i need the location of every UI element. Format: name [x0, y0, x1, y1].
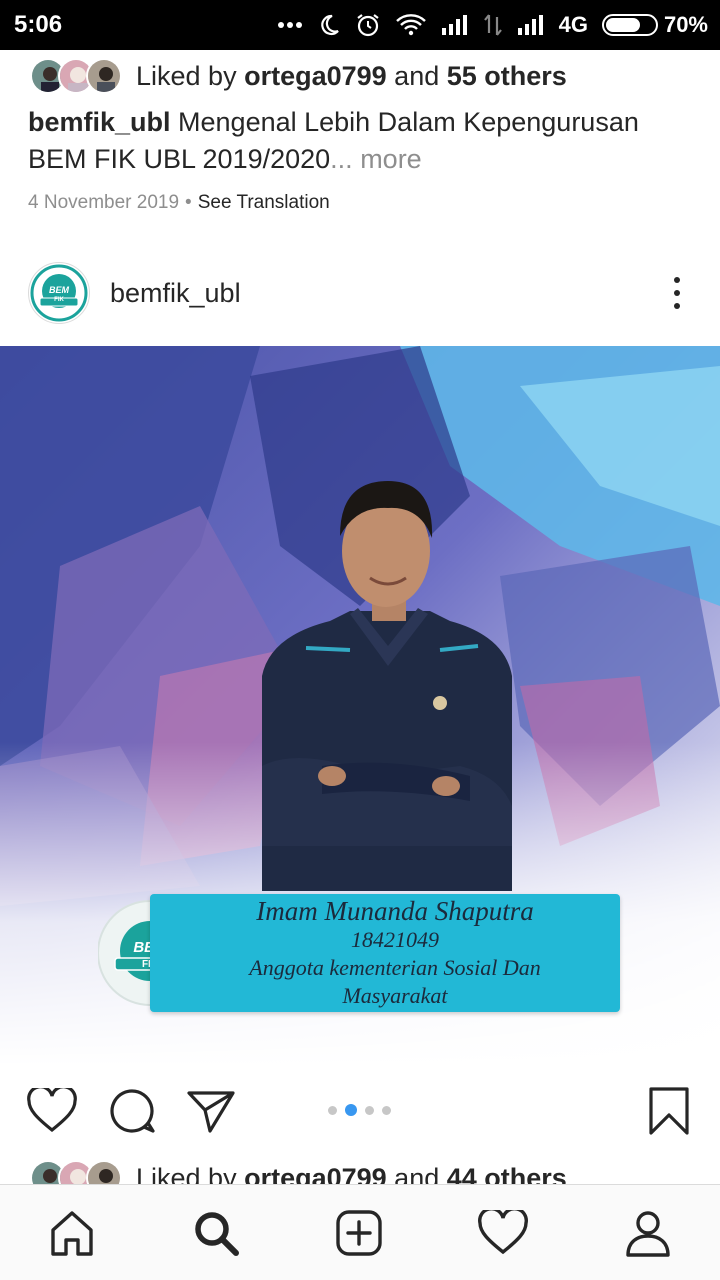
signal-2-icon — [517, 14, 545, 36]
caption-username[interactable]: bemfik_ubl — [28, 107, 171, 137]
battery-fill — [605, 18, 640, 32]
post-header: BEM FIK bemfik_ubl — [0, 260, 720, 326]
post-meta: 4 November 2019 • See Translation — [28, 192, 330, 214]
battery-percent: 70% — [663, 12, 708, 37]
carousel-dot — [382, 1105, 391, 1115]
bookmark-icon[interactable] — [644, 1086, 694, 1136]
add-icon[interactable] — [331, 1205, 387, 1261]
activity-heart-icon[interactable] — [475, 1205, 531, 1261]
likes-text: Liked by ortega0799 and 55 others — [136, 61, 567, 92]
svg-text:BEM: BEM — [49, 285, 70, 295]
svg-text:FIK: FIK — [54, 297, 64, 303]
signal-icon — [441, 14, 469, 36]
carousel-dot — [328, 1105, 337, 1115]
post-username[interactable]: bemfik_ubl — [110, 278, 662, 309]
network-type: 4G — [558, 12, 588, 37]
profile-icon[interactable] — [620, 1205, 676, 1261]
home-icon[interactable] — [44, 1205, 100, 1261]
kebab-icon[interactable] — [662, 273, 692, 313]
bottom-navigation — [0, 1184, 720, 1280]
post-image[interactable]: BEM FIK Imam Munanda Shaputra 18421049 A… — [0, 346, 720, 1066]
status-time: 5:06 — [14, 11, 63, 38]
search-icon[interactable] — [188, 1205, 244, 1261]
meta-separator: • — [185, 192, 192, 213]
data-transfer-icon — [483, 13, 503, 37]
status-icons: 4G 70% — [277, 12, 708, 38]
paper-plane-icon[interactable] — [186, 1086, 236, 1136]
moon-icon — [317, 13, 341, 37]
caption-ellipsis: ... — [330, 144, 361, 174]
carousel-indicator — [328, 1104, 391, 1116]
name-card: Imam Munanda Shaputra 18421049 Anggota k… — [150, 894, 620, 1012]
comment-icon[interactable] — [107, 1086, 157, 1136]
caption-more-link[interactable]: more — [360, 144, 422, 174]
battery-icon — [601, 14, 658, 36]
wifi-icon — [395, 13, 427, 37]
carousel-dot-active — [345, 1104, 357, 1116]
more-notifications-icon — [277, 21, 303, 29]
member-role-line1: Anggota kementerian Sosial Dan — [249, 955, 541, 980]
member-role-line2: Masyarakat — [342, 983, 448, 1008]
post-actions — [0, 1080, 720, 1140]
carousel-dot — [365, 1105, 374, 1115]
liker-avatars — [30, 58, 122, 94]
member-name: Imam Munanda Shaputra — [256, 896, 534, 926]
likes-row[interactable]: Liked by ortega0799 and 55 others — [30, 54, 567, 98]
post-caption: bemfik_ubl Mengenal Lebih Dalam Kepengur… — [28, 104, 688, 178]
liker-username[interactable]: ortega0799 — [244, 61, 387, 91]
heart-icon[interactable] — [27, 1086, 77, 1136]
bem-fik-logo: BEM FIK — [30, 264, 88, 322]
alarm-icon — [355, 12, 381, 38]
avatar — [86, 58, 122, 94]
post-date: 4 November 2019 — [28, 192, 180, 213]
member-id: 18421049 — [351, 927, 439, 952]
battery-indicator: 70% — [601, 12, 708, 38]
likes-prefix: Liked by — [136, 60, 245, 91]
see-translation-link[interactable]: See Translation — [198, 192, 330, 214]
status-bar: 5:06 4G 70% — [0, 0, 720, 50]
likes-others[interactable]: 55 others — [447, 61, 567, 91]
post-avatar[interactable]: BEM FIK — [28, 262, 90, 324]
likes-and: and — [386, 60, 447, 91]
